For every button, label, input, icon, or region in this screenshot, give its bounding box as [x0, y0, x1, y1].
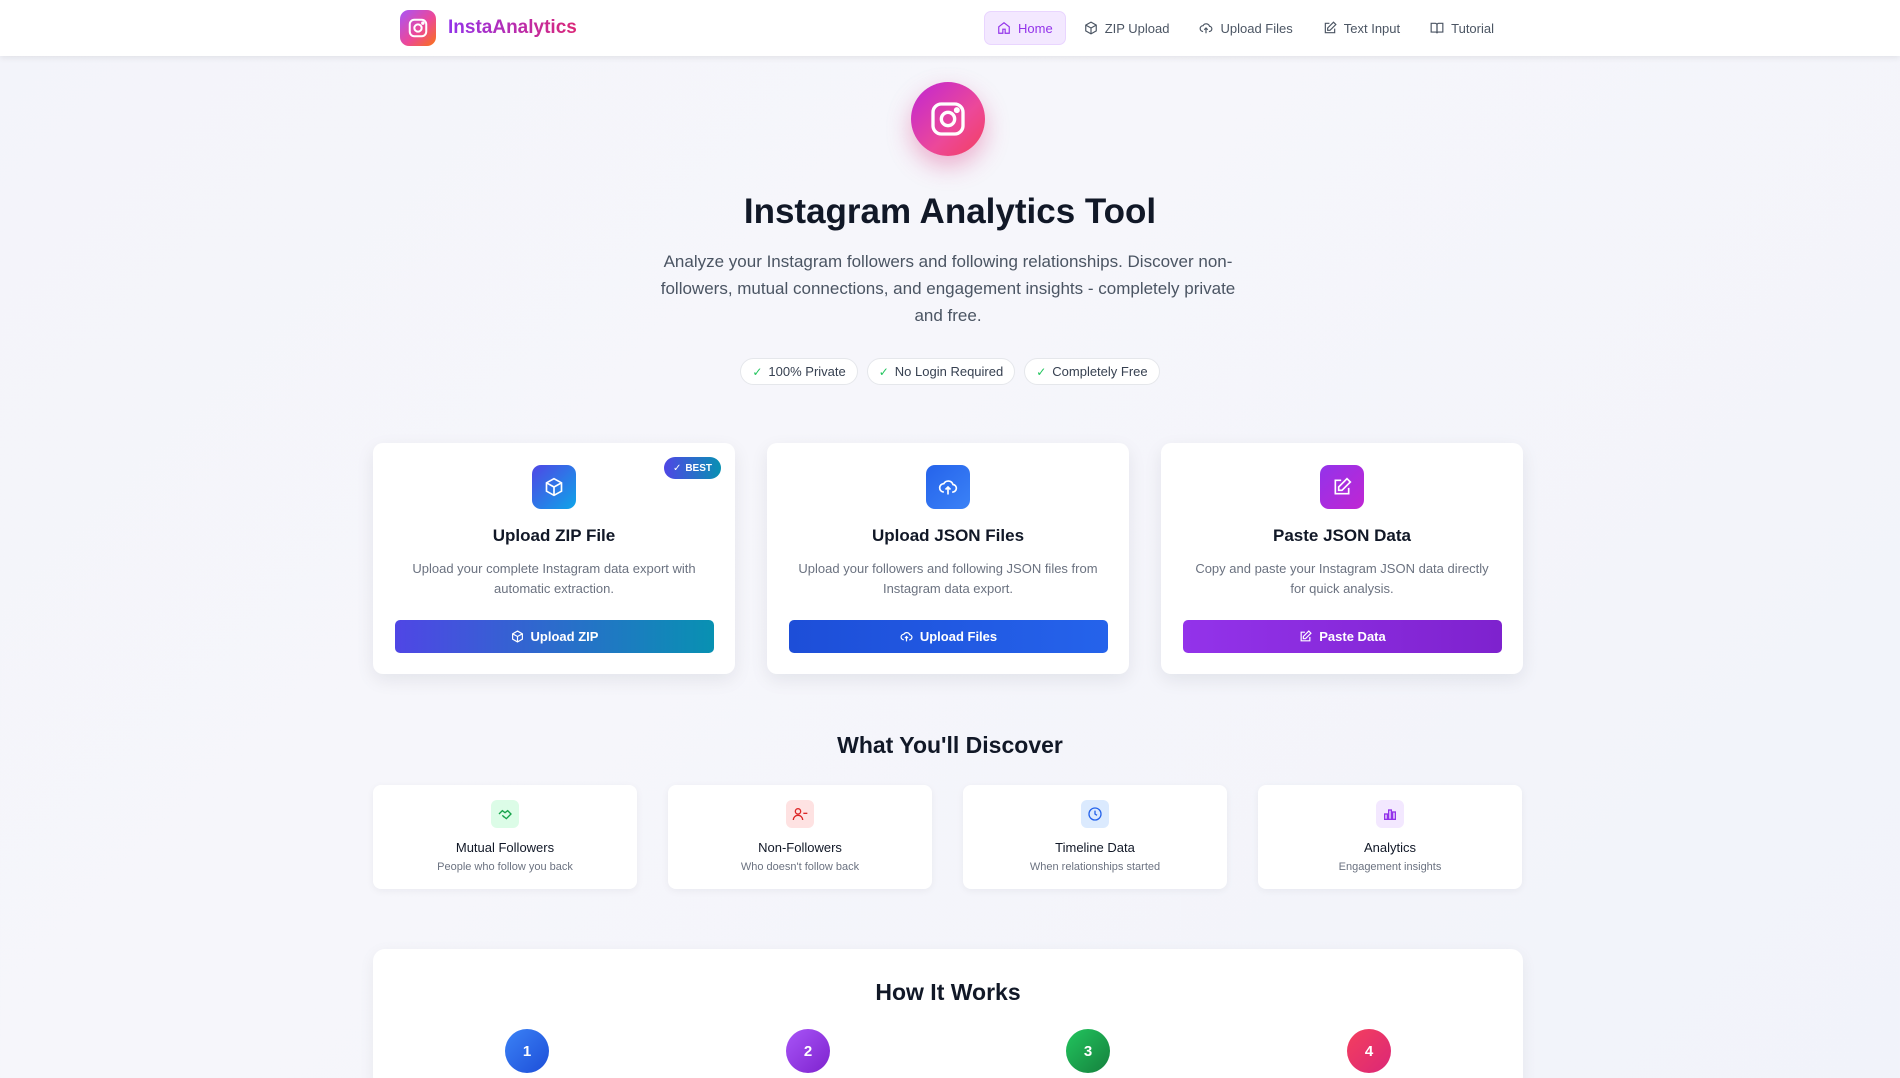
card-title: Upload JSON Files [871, 526, 1025, 545]
discover-title: What You'll Discover [837, 732, 1063, 758]
feature-mutual-followers: Mutual Followers People who follow you b… [373, 785, 637, 889]
edit-icon [1324, 21, 1337, 34]
upload-files-button[interactable]: Upload Files [789, 620, 1108, 653]
nav-zip-upload[interactable]: ZIP Upload [1072, 11, 1182, 45]
badge-label: No Login Required [894, 364, 1004, 379]
how-it-works-title: How It Works [875, 979, 1021, 1005]
nav-zip-upload-label: ZIP Upload [1104, 20, 1170, 36]
clock-icon [1081, 800, 1109, 828]
handshake-icon [491, 800, 519, 828]
upload-zip-button[interactable]: Upload ZIP [395, 620, 714, 653]
feature-title: Non-Followers [758, 840, 842, 855]
feature-title: Analytics [1363, 840, 1417, 855]
edit-icon [1320, 465, 1364, 509]
box-icon [532, 465, 576, 509]
nav-tutorial-label: Tutorial [1451, 20, 1494, 36]
feature-subtitle: People who follow you back [437, 861, 573, 873]
best-badge-label: BEST [685, 462, 712, 474]
page-title: Instagram Analytics Tool [743, 192, 1157, 231]
badge-private: ✓ 100% Private [740, 358, 858, 385]
nav-home-label: Home [1018, 20, 1053, 36]
paste-data-button[interactable]: Paste Data [1183, 620, 1502, 653]
feature-timeline-data: Timeline Data When relationships started [963, 785, 1227, 889]
check-icon: ✓ [672, 462, 682, 474]
brand[interactable]: InstaAnalytics [400, 10, 577, 46]
brand-name: InstaAnalytics [448, 17, 577, 38]
nav-home[interactable]: Home [984, 11, 1066, 45]
badge-free: ✓ Completely Free [1024, 358, 1160, 385]
hero-subtitle: Analyze your Instagram followers and fol… [660, 252, 1236, 325]
step-2-badge: 2 [786, 1029, 830, 1073]
nav-tutorial[interactable]: Tutorial [1418, 11, 1506, 45]
feature-title: Mutual Followers [455, 840, 555, 855]
best-badge: ✓ BEST [663, 457, 721, 479]
card-title: Paste JSON Data [1273, 526, 1411, 545]
card-title: Upload ZIP File [492, 526, 616, 545]
badge-label: Completely Free [1052, 364, 1148, 379]
box-icon [511, 630, 523, 643]
button-label: Upload ZIP [530, 629, 599, 644]
box-icon [1084, 21, 1097, 35]
edit-icon [1300, 630, 1313, 642]
check-icon: ✓ [1036, 364, 1047, 379]
paste-json-card: Paste JSON Data Copy and paste your Inst… [1161, 443, 1523, 674]
upload-zip-card: ✓ BEST Upload ZIP File Upload your compl… [373, 443, 735, 674]
card-description: Upload your complete Instagram data expo… [412, 561, 696, 596]
button-label: Paste Data [1319, 629, 1386, 644]
instagram-logo-icon [400, 10, 436, 46]
upload-json-card: Upload JSON Files Upload your followers … [767, 443, 1129, 674]
home-icon [998, 22, 1010, 34]
feature-subtitle: Engagement insights [1338, 861, 1442, 873]
hero-instagram-icon [911, 82, 985, 156]
step-4-badge: 4 [1347, 1029, 1391, 1073]
feature-title: Timeline Data [1055, 840, 1135, 855]
nav-upload-files[interactable]: Upload Files [1187, 11, 1304, 45]
badge-label: 100% Private [768, 364, 846, 379]
step-1-badge: 1 [505, 1029, 549, 1073]
nav-text-input-label: Text Input [1343, 20, 1401, 36]
nav-upload-files-label: Upload Files [1220, 20, 1293, 36]
feature-subtitle: Who doesn't follow back [740, 861, 860, 873]
feature-non-followers: Non-Followers Who doesn't follow back [668, 785, 932, 889]
top-navbar: InstaAnalytics Home ZIP Upload Upload Fi… [0, 0, 1900, 56]
step-3-badge: 3 [1066, 1029, 1110, 1073]
feature-analytics: Analytics Engagement insights [1258, 785, 1522, 889]
check-icon: ✓ [752, 364, 763, 379]
cloud-upload-icon [900, 632, 913, 642]
feature-badges: ✓ 100% Private ✓ No Login Required ✓ Com… [0, 358, 1900, 385]
bar-chart-icon [1376, 800, 1404, 828]
card-description: Upload your followers and following JSON… [798, 561, 1098, 596]
book-icon [1430, 22, 1444, 34]
how-it-works-section: How It Works 1 2 3 4 [373, 949, 1523, 1078]
nav-text-input[interactable]: Text Input [1311, 11, 1412, 45]
check-icon: ✓ [878, 364, 889, 379]
card-description: Copy and paste your Instagram JSON data … [1195, 561, 1489, 596]
badge-no-login: ✓ No Login Required [866, 358, 1016, 385]
feature-subtitle: When relationships started [1029, 861, 1161, 873]
cloud-upload-icon [926, 465, 970, 509]
user-minus-icon [786, 800, 814, 828]
button-label: Upload Files [919, 629, 998, 644]
cloud-upload-icon [1200, 23, 1213, 34]
main-nav: Home ZIP Upload Upload Files Text Input … [984, 11, 1506, 45]
